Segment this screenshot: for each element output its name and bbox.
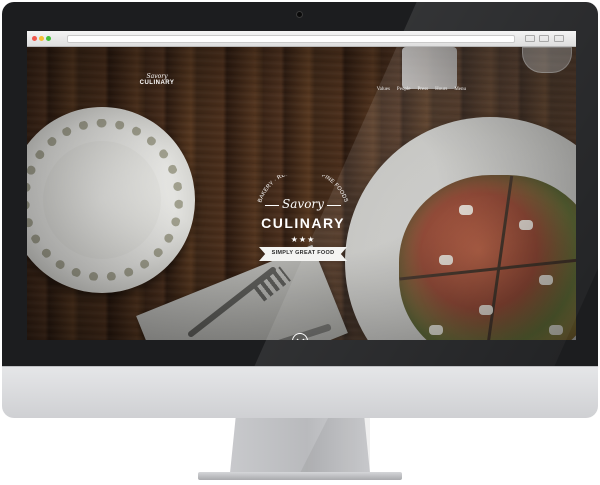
browser-toolbar (27, 31, 576, 47)
tagline-text: SIMPLY GREAT FOOD (271, 250, 335, 256)
emblem-title: CULINARY (261, 215, 345, 231)
zoom-window-button[interactable] (46, 36, 51, 41)
main-navigation: Values People Press Hours Menu (377, 87, 466, 92)
monitor-chin (2, 366, 598, 418)
site-logo[interactable]: Savory CULINARY (137, 74, 177, 87)
nav-item-press[interactable]: Press (418, 87, 429, 92)
monitor-base (198, 472, 402, 480)
nav-item-values[interactable]: Values (377, 87, 390, 92)
toolbar-icon[interactable] (539, 35, 549, 42)
nav-item-people[interactable]: People (397, 87, 411, 92)
emblem-script-text: Savory (282, 197, 324, 211)
address-bar[interactable] (67, 35, 515, 43)
toolbar-icon[interactable] (525, 35, 535, 42)
toolbar-icon[interactable] (554, 35, 564, 42)
logo-wordmark: CULINARY (139, 80, 175, 86)
camera-icon (296, 11, 303, 18)
minimize-window-button[interactable] (39, 36, 44, 41)
stars-icon: ★★★ (290, 235, 316, 244)
nav-item-hours[interactable]: Hours (435, 87, 447, 92)
browser-window: Savory CULINARY Values People Press Hour… (27, 31, 576, 340)
close-window-button[interactable] (32, 36, 37, 41)
imac-mockup: Savory CULINARY Values People Press Hour… (0, 0, 600, 485)
hero-section: Savory CULINARY Values People Press Hour… (27, 47, 576, 340)
chevron-down-icon (296, 338, 305, 340)
emblem-divider (327, 205, 341, 206)
monitor: Savory CULINARY Values People Press Hour… (2, 2, 598, 366)
nav-item-menu[interactable]: Menu (454, 87, 466, 92)
hero-emblem: BAKERY · RESTARAUNT · FINE FOODS Savory … (253, 175, 353, 283)
